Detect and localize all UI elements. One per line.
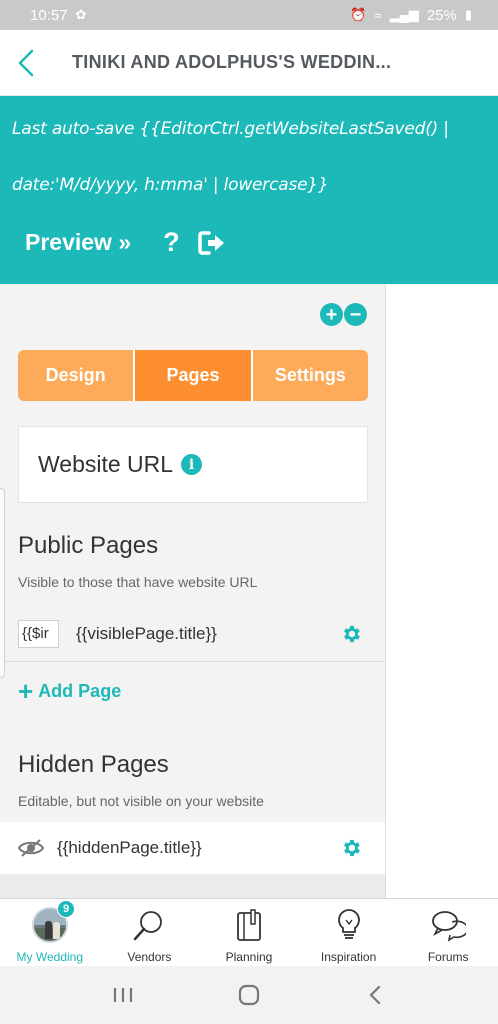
preview-link[interactable]: Preview »	[25, 229, 131, 256]
nav-label-forums: Forums	[427, 950, 469, 964]
battery-level: 25%	[426, 6, 457, 24]
tab-pages[interactable]: Pages	[133, 350, 251, 401]
autosave-text-line2: date:'M/d/yyyy, h:mma' | lowercase}}	[12, 175, 329, 195]
back-button[interactable]	[2, 30, 50, 96]
chat-bubbles-icon	[430, 907, 467, 943]
exit-icon[interactable]	[197, 230, 226, 256]
website-preview-area	[387, 284, 498, 898]
back-arrow-icon	[369, 985, 381, 1005]
activity-icon: ✿	[75, 7, 87, 22]
nav-label-my-wedding: My Wedding	[16, 950, 84, 964]
status-bar: 10:57 ✿ ⏰ ≈ ▂▄▆ 25% ▮	[0, 0, 498, 30]
public-pages-heading: Public Pages	[18, 532, 159, 559]
plus-icon: +	[18, 676, 34, 706]
bottom-nav: 9 My Wedding Vendors Planning Inspiratio…	[0, 898, 498, 966]
notebook-icon	[231, 907, 267, 943]
nav-label-planning: Planning	[225, 950, 273, 964]
add-page-button[interactable]: + Add Page	[18, 678, 121, 704]
add-page-label: Add Page	[38, 680, 122, 701]
autosave-text-line1: Last auto-save {{EditorCtrl.getWebsiteLa…	[12, 119, 449, 139]
magnifier-icon	[131, 907, 167, 943]
info-icon[interactable]: i	[181, 454, 203, 475]
battery-icon: ▮	[464, 7, 472, 22]
system-nav-bar	[0, 966, 498, 1024]
hidden-page-title: {{hiddenPage.title}}	[57, 838, 202, 857]
recent-apps-icon	[113, 988, 133, 1002]
status-right: ⏰ ≈ ▂▄▆ 25% ▮	[350, 7, 472, 24]
drawer-handle[interactable]	[0, 488, 5, 678]
chevron-left-icon	[18, 49, 34, 76]
page-order-input[interactable]: {{$ir	[18, 619, 59, 648]
tab-settings[interactable]: Settings	[250, 350, 368, 401]
hidden-pages-subtitle: Editable, but not visible on your websit…	[18, 793, 264, 809]
website-url-label: Website URL	[38, 451, 174, 477]
editor-actions: Preview » ?	[25, 227, 226, 258]
status-left: 10:57 ✿	[30, 7, 86, 24]
nav-inspiration[interactable]: Inspiration	[299, 899, 399, 966]
wifi-icon: ≈	[374, 7, 382, 23]
nav-forums[interactable]: Forums	[398, 899, 498, 966]
status-time: 10:57	[30, 6, 68, 24]
zoom-controls: + −	[320, 303, 367, 326]
nav-label-vendors: Vendors	[127, 950, 172, 964]
home-button[interactable]	[229, 975, 269, 1015]
panel-divider	[0, 874, 385, 898]
hidden-page-row[interactable]: {{hiddenPage.title}}	[0, 822, 385, 874]
home-icon	[238, 984, 260, 1006]
page-title: TINIKI AND ADOLPHUS'S WEDDIN...	[72, 52, 392, 72]
zoom-in-icon[interactable]: +	[320, 303, 343, 326]
website-url-card[interactable]: Website URL i	[18, 426, 368, 503]
public-page-row[interactable]: {{$ir {{visiblePage.title}}	[0, 606, 385, 662]
editor-bar: Last auto-save {{EditorCtrl.getWebsiteLa…	[0, 96, 498, 284]
gear-icon[interactable]	[340, 623, 362, 645]
tab-design[interactable]: Design	[18, 350, 134, 401]
gear-icon[interactable]	[340, 837, 362, 859]
pages-panel: + − Design Pages Settings Website URL i …	[0, 284, 386, 898]
nav-label-inspiration: Inspiration	[320, 950, 377, 964]
public-page-title: {{visiblePage.title}}	[76, 623, 217, 643]
eye-slash-icon	[18, 839, 44, 857]
lightbulb-icon	[331, 907, 367, 943]
public-pages-subtitle: Visible to those that have website URL	[18, 574, 258, 590]
recent-apps-button[interactable]	[103, 975, 143, 1015]
nav-vendors[interactable]: Vendors	[100, 899, 200, 966]
zoom-out-icon[interactable]: −	[344, 303, 367, 326]
nav-planning[interactable]: Planning	[199, 899, 299, 966]
nav-my-wedding[interactable]: 9 My Wedding	[0, 899, 100, 966]
alarm-icon: ⏰	[350, 7, 367, 22]
panel-tabs: Design Pages Settings	[18, 350, 368, 401]
app-header: TINIKI AND ADOLPHUS'S WEDDIN...	[0, 30, 498, 96]
system-back-button[interactable]	[355, 975, 395, 1015]
signal-icon: ▂▄▆	[389, 7, 419, 22]
notification-badge: 9	[57, 900, 75, 918]
help-icon[interactable]: ?	[163, 227, 180, 258]
hidden-pages-heading: Hidden Pages	[18, 751, 169, 778]
